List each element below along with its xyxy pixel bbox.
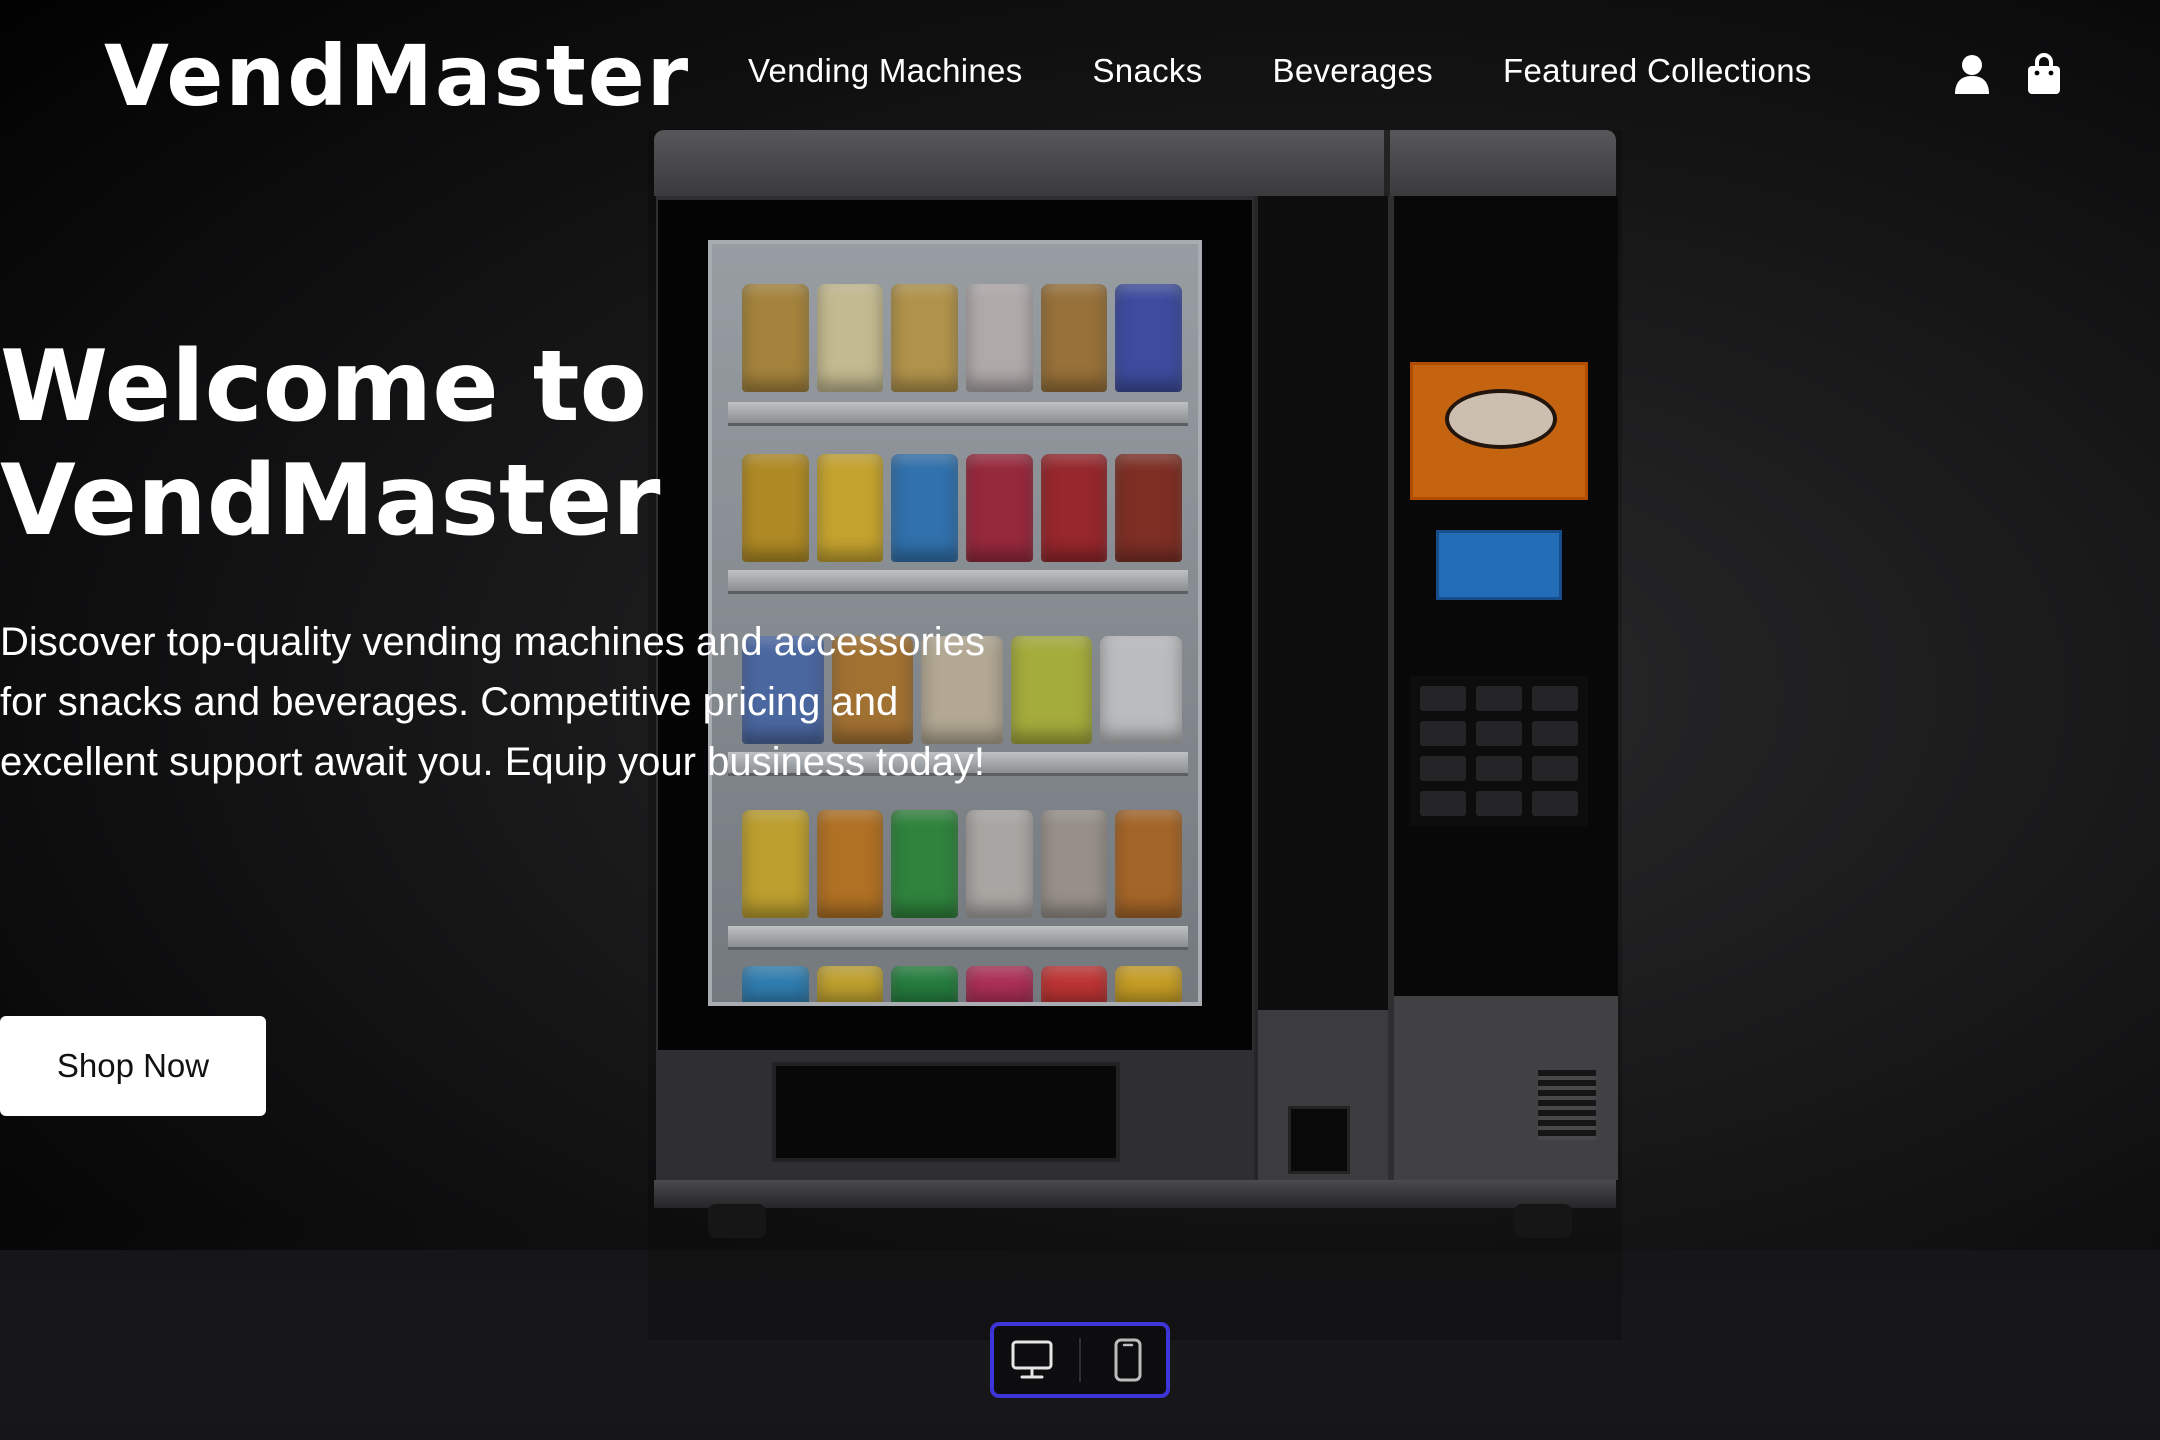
device-preview-toggle	[990, 1322, 1170, 1398]
hero-section: Welcome to VendMaster Discover top-quali…	[0, 330, 1060, 792]
hero-description: Discover top-quality vending machines an…	[0, 620, 986, 784]
nav-link-snacks[interactable]: Snacks	[1093, 52, 1203, 90]
nav-link-featured-collections[interactable]: Featured Collections	[1503, 52, 1812, 90]
toggle-divider	[1078, 1338, 1081, 1382]
shop-now-button[interactable]: Shop Now	[0, 1016, 266, 1116]
page: VendMaster Vending Machines Snacks Bever…	[0, 0, 2160, 1440]
nav-link-vending-machines[interactable]: Vending Machines	[748, 52, 1023, 90]
hero-title: Welcome to VendMaster	[0, 330, 661, 558]
main-nav: Vending Machines Snacks Beverages Featur…	[748, 52, 1812, 90]
user-icon[interactable]	[1950, 52, 1994, 96]
desktop-icon[interactable]	[1002, 1332, 1062, 1388]
site-header: VendMaster Vending Machines Snacks Bever…	[0, 0, 2160, 150]
brand-logo[interactable]: VendMaster	[104, 34, 690, 118]
nav-link-beverages[interactable]: Beverages	[1273, 52, 1433, 90]
mobile-icon[interactable]	[1098, 1332, 1158, 1388]
shopping-bag-icon[interactable]	[2022, 52, 2066, 96]
